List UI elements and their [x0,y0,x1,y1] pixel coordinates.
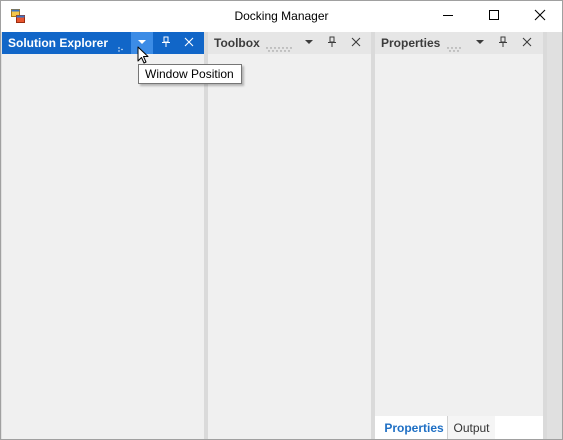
panel-splitter[interactable] [543,32,547,439]
close-icon [534,9,546,24]
panel-title: Solution Explorer [8,36,109,50]
auto-hide-button[interactable] [155,32,177,54]
panel-close-button[interactable] [345,32,367,54]
tooltip: Window Position [138,64,242,84]
chevron-down-icon [304,36,314,50]
panel-body-properties[interactable] [375,54,543,439]
tab-output[interactable]: Output [447,416,495,439]
panel-properties: Properties Properties Output [375,32,543,439]
panel-caption-properties[interactable]: Properties [375,32,543,54]
tab-properties[interactable]: Properties [381,416,447,439]
panel-title: Toolbox [214,36,260,50]
minimize-button[interactable] [425,1,470,31]
panel-caption-solution-explorer[interactable]: Solution Explorer [2,32,204,54]
window-position-button[interactable] [298,32,320,54]
panel-title: Properties [381,36,441,50]
panel-body-solution-explorer[interactable] [2,54,204,439]
pin-icon [498,36,508,51]
grip-icon[interactable] [266,41,292,52]
window-position-button[interactable] [469,32,491,54]
minimize-icon [442,9,454,24]
panel-toolbox: Toolbox [208,32,371,439]
close-icon [522,36,532,50]
pin-icon [161,36,171,51]
panel-caption-toolbox[interactable]: Toolbox [208,32,371,54]
docking-manager-window: Docking Manager Solution Explorer Toolbo… [0,0,563,440]
pin-icon [327,36,337,51]
maximize-button[interactable] [471,1,516,31]
auto-hide-button[interactable] [321,32,343,54]
close-icon [351,36,361,50]
mouse-cursor-icon [137,46,149,67]
close-button[interactable] [517,1,562,31]
panel-close-button[interactable] [178,32,200,54]
close-icon [184,36,194,50]
document-tab-strip: Properties Output [375,416,543,439]
auto-hide-button[interactable] [492,32,514,54]
grip-icon[interactable] [118,41,124,52]
panel-solution-explorer: Solution Explorer [2,32,204,439]
maximize-icon [488,9,500,24]
title-bar[interactable]: Docking Manager [1,1,562,32]
grip-icon[interactable] [447,41,461,52]
panel-body-toolbox[interactable] [208,54,371,439]
panel-close-button[interactable] [516,32,538,54]
dock-client-area: Solution Explorer Toolbox Properties Pro… [1,32,562,439]
chevron-down-icon [475,36,485,50]
